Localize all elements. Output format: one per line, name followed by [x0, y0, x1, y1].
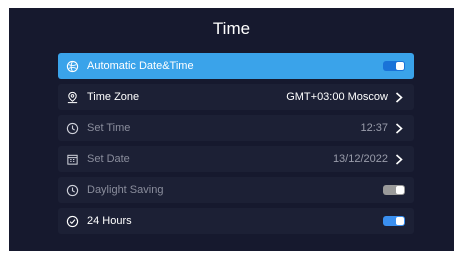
- 24-hours-label: 24 Hours: [87, 215, 132, 227]
- time-settings-screen: Time Automatic Date&Time Time Zone GMT+0…: [9, 8, 454, 251]
- chevron-right-icon: [394, 122, 404, 134]
- time-zone-label: Time Zone: [87, 91, 140, 103]
- settings-list: Automatic Date&Time Time Zone GMT+03:00 …: [58, 53, 414, 239]
- page-title: Time: [212, 19, 251, 38]
- toggle-knob: [396, 62, 404, 70]
- time-zone-value: GMT+03:00 Moscow: [286, 91, 388, 103]
- chevron-right-icon: [394, 153, 404, 165]
- globe-clock-icon: [65, 59, 79, 73]
- daylight-saving-toggle[interactable]: [383, 185, 405, 195]
- toggle-knob: [396, 217, 404, 225]
- daylight-saving-row[interactable]: Daylight Saving: [58, 177, 414, 203]
- set-date-value: 13/12/2022: [332, 153, 388, 165]
- set-date-row[interactable]: Set Date 13/12/2022: [58, 146, 414, 172]
- 24-hours-toggle[interactable]: [383, 216, 405, 226]
- daylight-saving-label: Daylight Saving: [87, 184, 164, 196]
- automatic-date-time-label: Automatic Date&Time: [87, 60, 194, 72]
- 24-hours-row[interactable]: 24 Hours: [58, 208, 414, 234]
- automatic-date-time-row[interactable]: Automatic Date&Time: [58, 53, 414, 79]
- automatic-date-time-toggle[interactable]: [383, 61, 405, 71]
- time-zone-row[interactable]: Time Zone GMT+03:00 Moscow: [58, 84, 414, 110]
- chevron-right-icon: [394, 91, 404, 103]
- set-date-label: Set Date: [87, 153, 130, 165]
- toggle-knob: [396, 186, 404, 194]
- set-time-value: 12:37: [360, 122, 388, 134]
- set-time-row[interactable]: Set Time 12:37: [58, 115, 414, 141]
- calendar-icon: [65, 152, 79, 166]
- clock-icon: [65, 121, 79, 135]
- clock-icon: [65, 183, 79, 197]
- set-time-label: Set Time: [87, 122, 131, 134]
- location-pin-icon: [65, 90, 79, 104]
- clock-icon: [65, 214, 79, 228]
